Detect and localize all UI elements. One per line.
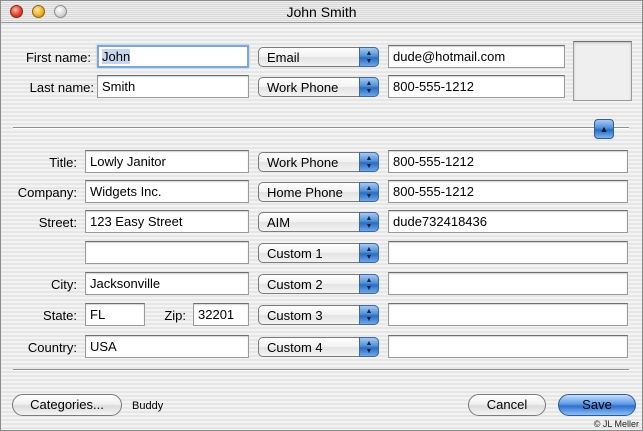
category-value: Buddy: [132, 400, 164, 412]
title-label: Title:: [49, 155, 77, 170]
updown-arrows-icon: ▲ ▼: [359, 77, 379, 97]
popup-label: Email: [267, 50, 300, 65]
contact-value-input-4[interactable]: [388, 241, 628, 264]
updown-arrows-icon: ▲ ▼: [359, 47, 379, 67]
contact-value-input-3[interactable]: dude732418436: [388, 210, 628, 233]
title-input[interactable]: Lowly Janitor: [85, 150, 249, 173]
categories-button[interactable]: Categories...: [12, 394, 122, 416]
contact-type-popup-1[interactable]: Work Phone ▲ ▼: [258, 152, 379, 172]
updown-arrows-icon: ▲ ▼: [359, 182, 379, 202]
street-label: Street:: [38, 215, 77, 230]
contact-value-input-5[interactable]: [388, 272, 628, 295]
company-input[interactable]: Widgets Inc.: [85, 180, 249, 203]
country-input[interactable]: USA: [85, 335, 249, 358]
city-input[interactable]: Jacksonville: [85, 272, 249, 295]
popup-label: Home Phone: [267, 185, 343, 200]
street-input[interactable]: 123 Easy Street: [85, 210, 249, 233]
updown-arrows-icon: ▲ ▼: [359, 243, 379, 263]
popup-label: Custom 4: [267, 340, 323, 355]
save-button[interactable]: Save: [558, 394, 636, 416]
window-title: John Smith: [286, 4, 357, 20]
updown-arrows-icon: ▲ ▼: [359, 212, 379, 232]
street2-input[interactable]: [85, 241, 249, 264]
photo-well[interactable]: [573, 41, 632, 101]
copyright-text: © JL Meller: [593, 419, 639, 429]
contact-window: John Smith First name: John Last name: S…: [0, 0, 643, 431]
updown-arrows-icon: ▲ ▼: [359, 337, 379, 357]
popup-label: AIM: [267, 215, 291, 230]
updown-arrows-icon: ▲ ▼: [359, 274, 379, 294]
country-label: Country:: [27, 340, 77, 355]
top-contact-value-input-1[interactable]: dude@hotmail.com: [388, 45, 565, 68]
zip-label: Zip:: [164, 308, 186, 323]
updown-arrows-icon: ▲ ▼: [359, 305, 379, 325]
company-label: Company:: [17, 185, 77, 200]
bottom-separator: [13, 369, 629, 371]
contact-value-input-7[interactable]: [388, 335, 628, 358]
popup-label: Custom 2: [267, 277, 323, 292]
last-name-input[interactable]: Smith: [97, 75, 249, 98]
top-contact-type-popup-2[interactable]: Work Phone ▲ ▼: [258, 77, 379, 97]
popup-label: Custom 3: [267, 308, 323, 323]
state-label: State:: [43, 308, 77, 323]
city-label: City:: [51, 277, 77, 292]
popup-label: Work Phone: [267, 80, 339, 95]
contact-value-input-2[interactable]: 800-555-1212: [388, 180, 628, 203]
contact-type-popup-5[interactable]: Custom 2 ▲ ▼: [258, 274, 379, 294]
title-bar[interactable]: John Smith: [1, 1, 642, 23]
contact-type-popup-6[interactable]: Custom 3 ▲ ▼: [258, 305, 379, 325]
contact-type-popup-4[interactable]: Custom 1 ▲ ▼: [258, 243, 379, 263]
contact-value-input-6[interactable]: [388, 303, 628, 326]
contact-type-popup-7[interactable]: Custom 4 ▲ ▼: [258, 337, 379, 357]
contact-type-popup-3[interactable]: AIM ▲ ▼: [258, 212, 379, 232]
first-name-value: John: [102, 49, 131, 64]
top-contact-type-popup-1[interactable]: Email ▲ ▼: [258, 47, 379, 67]
first-name-label: First name:: [25, 50, 91, 65]
top-separator: [13, 127, 629, 129]
updown-arrows-icon: ▲ ▼: [359, 152, 379, 172]
contact-type-popup-2[interactable]: Home Phone ▲ ▼: [258, 182, 379, 202]
popup-label: Work Phone: [267, 155, 339, 170]
top-contact-value-input-2[interactable]: 800-555-1212: [388, 75, 565, 98]
triangle-up-icon[interactable]: ▲: [594, 119, 614, 139]
last-name-label: Last name:: [29, 80, 94, 95]
cancel-button[interactable]: Cancel: [468, 394, 546, 416]
popup-label: Custom 1: [267, 246, 323, 261]
zip-input[interactable]: 32201: [193, 303, 249, 326]
first-name-input[interactable]: John: [97, 45, 249, 68]
state-input[interactable]: FL: [85, 303, 145, 326]
contact-value-input-1[interactable]: 800-555-1212: [388, 150, 628, 173]
